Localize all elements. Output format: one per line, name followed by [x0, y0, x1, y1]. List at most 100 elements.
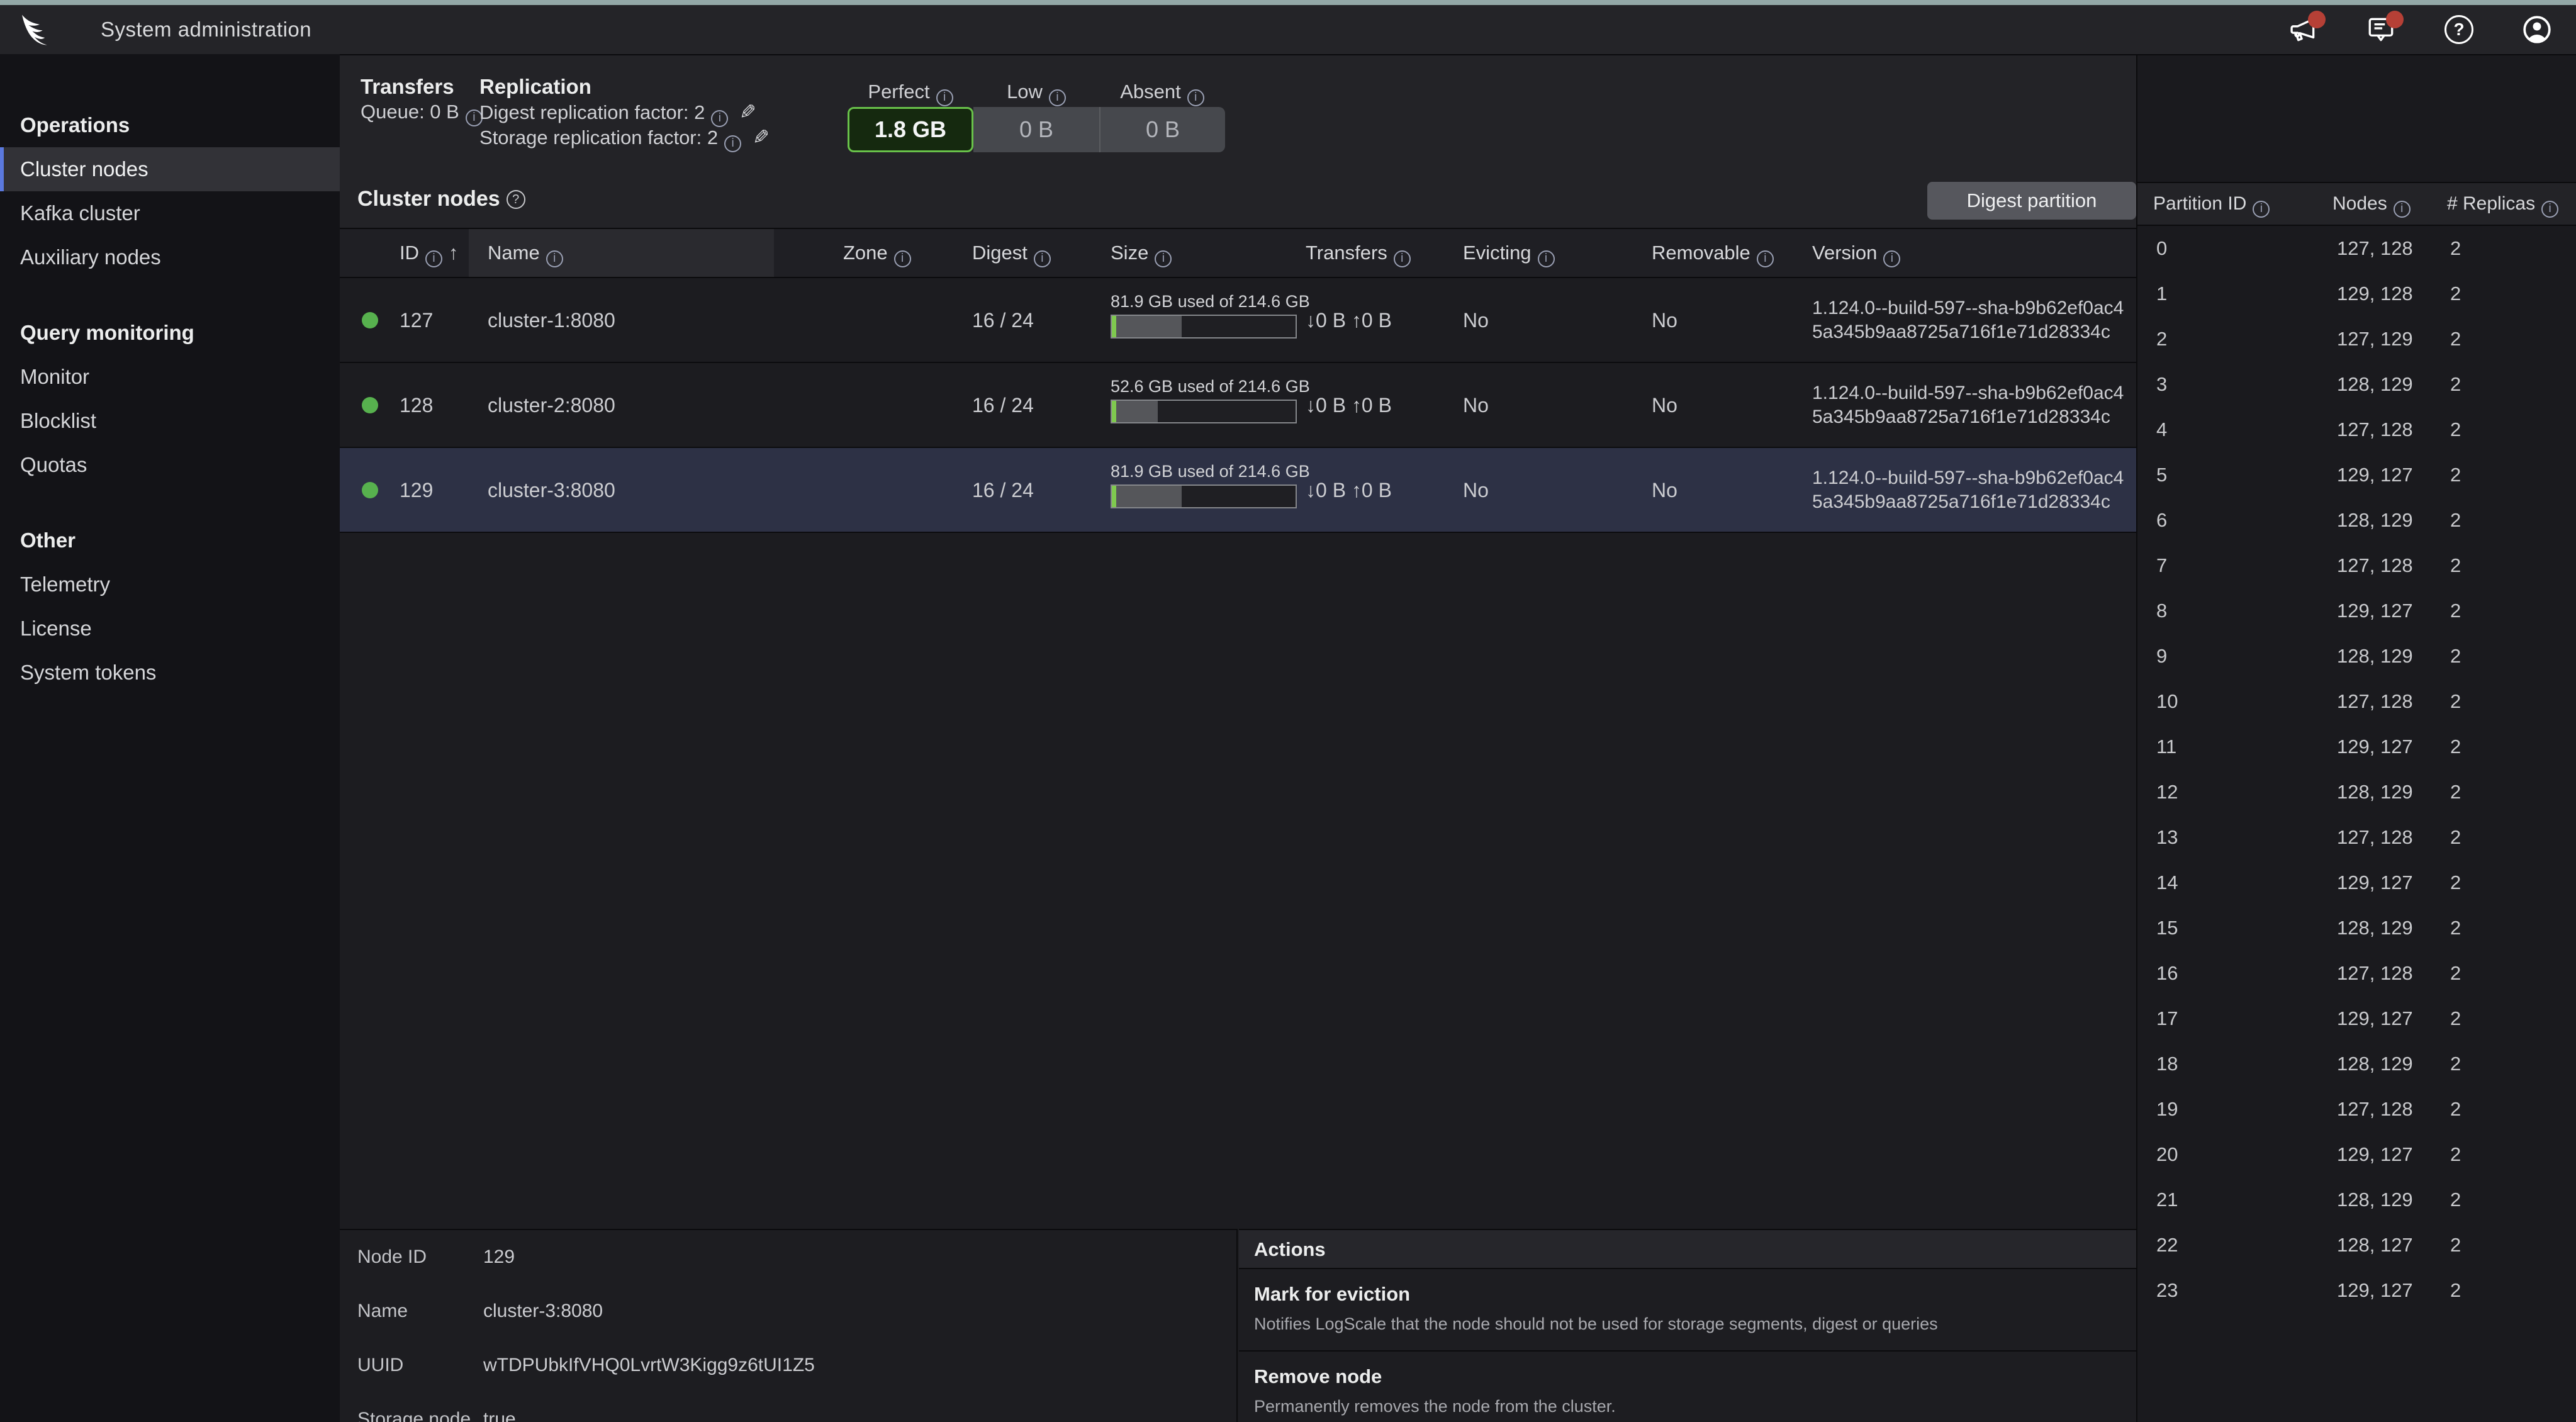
partition-nodes-cell: 127, 128	[2337, 407, 2413, 452]
partition-nodes-cell: 129, 127	[2337, 724, 2413, 770]
info-icon[interactable]: i	[2253, 201, 2270, 218]
cluster-node-row[interactable]: 127 cluster-1:8080 16 / 24 81.9 GB used …	[340, 278, 2136, 363]
transfers-header: Transfers	[361, 74, 483, 99]
perfect-label: Perfecti	[848, 79, 973, 104]
node-actions-panel: Actions Mark for eviction Notifies LogSc…	[1239, 1229, 2136, 1422]
digest-replication-factor: Digest replication factor: 2i✎	[479, 99, 770, 125]
main-content: Transfers Queue: 0 Bi Replication Digest…	[340, 54, 2136, 1422]
column-header-replicas[interactable]: # Replicasi	[2447, 183, 2558, 225]
partition-nodes-cell: 127, 128	[2337, 815, 2413, 860]
info-icon[interactable]: i	[1883, 250, 1900, 267]
node-digest-cell: 16 / 24	[972, 278, 1034, 363]
info-icon[interactable]: i	[1155, 250, 1172, 267]
column-header-zone[interactable]: Zonei	[843, 229, 911, 277]
cluster-table-header: IDi↑ Namei Zonei Digesti Sizei Transfers…	[340, 228, 2136, 278]
column-header-id[interactable]: IDi↑	[400, 229, 459, 277]
partition-replicas-cell: 2	[2450, 316, 2461, 362]
sidebar-item[interactable]: Monitor	[0, 355, 340, 399]
info-icon[interactable]: i	[546, 250, 563, 267]
partition-nodes-cell: 129, 128	[2337, 271, 2413, 316]
column-header-nodes[interactable]: Nodesi	[2332, 183, 2411, 225]
info-icon[interactable]: i	[425, 250, 442, 267]
node-id-cell: 128	[400, 363, 433, 448]
column-header-removable[interactable]: Removablei	[1652, 229, 1774, 277]
sidebar-item[interactable]: System tokens	[0, 651, 340, 695]
sidebar-item[interactable]: Operations	[0, 103, 340, 147]
partition-nodes-cell: 128, 129	[2337, 634, 2413, 679]
help-icon[interactable]: ?	[507, 190, 525, 209]
node-digest-cell: 16 / 24	[972, 448, 1034, 533]
user-avatar[interactable]	[2521, 13, 2553, 46]
partition-replicas-cell: 2	[2450, 905, 2461, 951]
sidebar-item[interactable]: Telemetry	[0, 563, 340, 607]
action-item[interactable]: Mark for eviction Notifies LogScale that…	[1239, 1269, 2136, 1352]
column-header-evicting[interactable]: Evictingi	[1463, 229, 1555, 277]
info-icon[interactable]: i	[2394, 201, 2411, 218]
cluster-node-row[interactable]: 128 cluster-2:8080 16 / 24 52.6 GB used …	[340, 363, 2136, 448]
partition-row: 22 128, 127 2	[2137, 1223, 2576, 1268]
sidebar-item[interactable]: Blocklist	[0, 399, 340, 443]
info-icon[interactable]: i	[1187, 89, 1204, 106]
node-id-cell: 129	[400, 448, 433, 533]
partition-id-cell: 5	[2156, 452, 2167, 498]
crowdstrike-falcon-logo-icon[interactable]	[18, 12, 53, 47]
partition-row: 12 128, 129 2	[2137, 770, 2576, 815]
sidebar-item[interactable]: Cluster nodes	[0, 147, 340, 191]
info-icon[interactable]: i	[936, 89, 953, 106]
partition-id-cell: 23	[2156, 1268, 2178, 1313]
help-icon[interactable]: ?	[2443, 13, 2475, 46]
partition-nodes-cell: 128, 129	[2337, 362, 2413, 407]
partition-replicas-cell: 2	[2450, 407, 2461, 452]
info-icon[interactable]: i	[1538, 250, 1555, 267]
edit-storage-factor-icon[interactable]: ✎	[753, 125, 770, 150]
partition-id-cell: 21	[2156, 1177, 2178, 1223]
announcements-icon[interactable]	[2287, 13, 2319, 46]
partition-nodes-cell: 128, 129	[2337, 770, 2413, 815]
sidebar-item[interactable]: License	[0, 607, 340, 651]
info-icon[interactable]: i	[2541, 201, 2558, 218]
column-header-transfers[interactable]: Transfersi	[1306, 229, 1411, 277]
node-version-cell: 1.124.0--build-597--sha-b9b62ef0ac45a345…	[1812, 381, 2127, 429]
info-icon[interactable]: i	[724, 135, 741, 152]
node-transfers-cell: ↓0 B ↑0 B	[1306, 448, 1392, 533]
sidebar-item[interactable]: Quotas	[0, 443, 340, 487]
partition-replicas-cell: 2	[2450, 1087, 2461, 1132]
node-status-icon	[362, 482, 378, 498]
transfers-summary: Transfers Queue: 0 Bi	[361, 74, 483, 125]
partition-replicas-cell: 2	[2450, 543, 2461, 588]
page-title: System administration	[101, 18, 311, 42]
column-header-name[interactable]: Namei	[488, 229, 563, 277]
column-header-digest[interactable]: Digesti	[972, 229, 1051, 277]
info-icon[interactable]: i	[1034, 250, 1051, 267]
sidebar-item[interactable]: Query monitoring	[0, 311, 340, 355]
messages-icon[interactable]	[2365, 13, 2397, 46]
partition-replicas-cell: 2	[2450, 815, 2461, 860]
sidebar-item[interactable]: Other	[0, 518, 340, 563]
node-status-icon	[362, 312, 378, 328]
digest-partitions-panel: Partition IDi Nodesi # Replicasi 0 127, …	[2136, 54, 2576, 1422]
cluster-node-row[interactable]: 129 cluster-3:8080 16 / 24 81.9 GB used …	[340, 448, 2136, 533]
action-item[interactable]: Remove node Permanently removes the node…	[1239, 1352, 2136, 1422]
node-transfers-cell: ↓0 B ↑0 B	[1306, 363, 1392, 448]
partition-id-cell: 16	[2156, 951, 2178, 996]
partition-nodes-cell: 128, 127	[2337, 1223, 2413, 1268]
column-header-partition-id[interactable]: Partition IDi	[2153, 183, 2270, 225]
info-icon[interactable]: i	[894, 250, 911, 267]
partition-replicas-cell: 2	[2450, 1132, 2461, 1177]
detail-row: Name cluster-3:8080	[340, 1284, 1236, 1338]
sidebar-item[interactable]: Auxiliary nodes	[0, 235, 340, 279]
digest-partition-rules-button[interactable]: Digest partition rules	[1927, 182, 2136, 220]
column-header-size[interactable]: Sizei	[1111, 229, 1172, 277]
node-details-panel: Node ID 129 Name cluster-3:8080 UUID wTD…	[340, 1229, 1238, 1422]
sidebar-item[interactable]: Kafka cluster	[0, 191, 340, 235]
partition-id-cell: 12	[2156, 770, 2178, 815]
info-icon[interactable]: i	[1394, 250, 1411, 267]
partition-nodes-cell: 129, 127	[2337, 1268, 2413, 1313]
column-header-version[interactable]: Versioni	[1812, 229, 1900, 277]
action-description: Notifies LogScale that the node should n…	[1254, 1314, 2121, 1334]
edit-digest-factor-icon[interactable]: ✎	[739, 99, 756, 125]
partition-replicas-cell: 2	[2450, 498, 2461, 543]
partition-row: 7 127, 128 2	[2137, 543, 2576, 588]
info-icon[interactable]: i	[1049, 89, 1066, 106]
info-icon[interactable]: i	[1757, 250, 1774, 267]
